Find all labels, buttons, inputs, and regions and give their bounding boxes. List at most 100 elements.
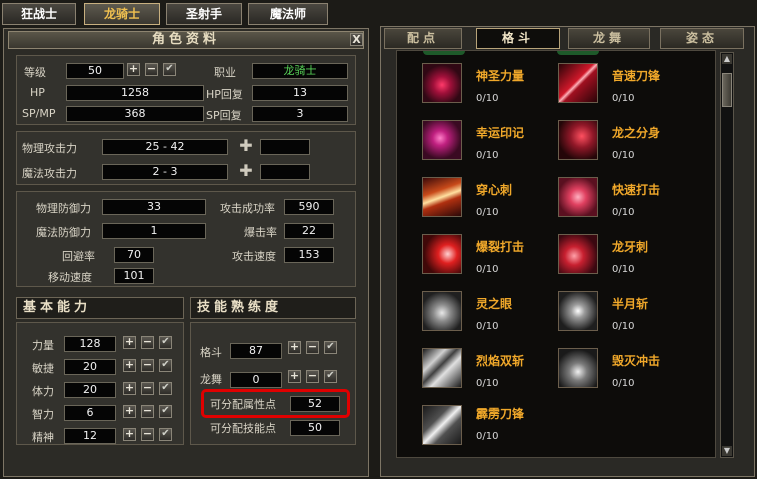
stat-value-agility: 20: [64, 359, 116, 375]
thunder-blade-icon[interactable]: [422, 405, 462, 445]
stat-value-stamina: 20: [64, 382, 116, 398]
mag-def-label: 魔法防御力: [36, 226, 91, 239]
skill-name: 霹雳刀锋: [476, 407, 525, 421]
strength-plus-button[interactable]: +: [123, 336, 136, 349]
class-tab-archer[interactable]: 圣射手: [166, 3, 242, 25]
job-value: 龙骑士: [252, 63, 348, 79]
skill-level: 0/10: [612, 378, 635, 389]
skill-name: 快速打击: [612, 183, 661, 197]
level-confirm-button[interactable]: ✔: [163, 63, 176, 76]
skill-level: 0/10: [612, 207, 635, 218]
dragon-dance-minus-button[interactable]: −: [306, 370, 319, 383]
skill-name: 龙牙刺: [612, 240, 649, 254]
dragon-dance-plus-button[interactable]: +: [288, 370, 301, 383]
scroll-down-icon[interactable]: ▼: [722, 446, 732, 456]
attr-points-label: 可分配属性点: [210, 398, 276, 411]
intelligence-minus-button[interactable]: −: [141, 405, 154, 418]
skill-tab-dragon-dance[interactable]: 龙舞: [568, 28, 650, 49]
close-button[interactable]: X: [350, 33, 363, 46]
stamina-confirm-button[interactable]: ✔: [159, 382, 172, 395]
strength-minus-button[interactable]: −: [141, 336, 154, 349]
skill-tab-fight[interactable]: 格斗: [476, 28, 560, 49]
skill-level: 0/10: [612, 321, 635, 332]
spirit-confirm-button[interactable]: ✔: [159, 428, 172, 441]
mag-atk-bonus: [260, 164, 310, 180]
sp-regen-label: SP回复: [206, 109, 242, 122]
skill-level: 0/10: [612, 150, 635, 161]
fight-confirm-button[interactable]: ✔: [324, 341, 337, 354]
heart-pierce-icon[interactable]: [422, 177, 462, 217]
sp-regen-value: 3: [252, 106, 348, 122]
mag-def-value: 1: [102, 223, 206, 239]
level-plus-button[interactable]: +: [127, 63, 140, 76]
skill-level: 0/10: [476, 264, 499, 275]
stamina-plus-button[interactable]: +: [123, 382, 136, 395]
dragon-dance-confirm-button[interactable]: ✔: [324, 370, 337, 383]
skill-level: 0/10: [476, 93, 499, 104]
stamina-minus-button[interactable]: −: [141, 382, 154, 395]
hp-value: 1258: [66, 85, 204, 101]
skill-name: 神圣力量: [476, 69, 525, 83]
stat-label: 力量: [32, 339, 54, 352]
stat-label: 精神: [32, 431, 54, 444]
hp-regen-label: HP回复: [206, 88, 243, 101]
mag-atk-plus-icon[interactable]: ✚: [238, 163, 254, 180]
job-label: 职业: [214, 66, 236, 79]
skill-name: 灵之眼: [476, 297, 513, 311]
skill-level: 0/10: [612, 264, 635, 275]
sonic-blade-icon[interactable]: [558, 63, 598, 103]
intelligence-confirm-button[interactable]: ✔: [159, 405, 172, 418]
quick-strike-icon[interactable]: [558, 177, 598, 217]
skill-name: 爆裂打击: [476, 240, 525, 254]
agility-minus-button[interactable]: −: [141, 359, 154, 372]
lucky-mark-icon[interactable]: [422, 120, 462, 160]
level-value: 50: [66, 63, 124, 79]
skill-points-value: 50: [290, 420, 340, 436]
fight-plus-button[interactable]: +: [288, 341, 301, 354]
atk-speed-label: 攻击速度: [232, 250, 276, 263]
destruction-impact-icon[interactable]: [558, 348, 598, 388]
stat-value-intelligence: 6: [64, 405, 116, 421]
crit-value: 22: [284, 223, 334, 239]
skill-list-scrollbar[interactable]: ▲ ▼: [720, 52, 734, 458]
dragon-clone-icon[interactable]: [558, 120, 598, 160]
proficiency-value-fight: 87: [230, 343, 282, 359]
phys-atk-label: 物理攻击力: [22, 142, 77, 155]
spirit-eye-icon[interactable]: [422, 291, 462, 331]
skill-level: 0/10: [476, 378, 499, 389]
skill-tab-stance[interactable]: 姿态: [660, 28, 744, 49]
mag-atk-label: 魔法攻击力: [22, 167, 77, 180]
scroll-up-icon[interactable]: ▲: [722, 54, 732, 64]
skill-tab-points[interactable]: 配点: [384, 28, 462, 49]
spmp-label: SP/MP: [22, 107, 56, 120]
spirit-minus-button[interactable]: −: [141, 428, 154, 441]
basic-ability-header: 基本能力: [16, 297, 184, 319]
spirit-plus-button[interactable]: +: [123, 428, 136, 441]
strength-confirm-button[interactable]: ✔: [159, 336, 172, 349]
intelligence-plus-button[interactable]: +: [123, 405, 136, 418]
phys-atk-bonus: [260, 139, 310, 155]
mag-atk-value: 2 - 3: [102, 164, 228, 180]
proficiency-label: 格斗: [200, 346, 222, 359]
burst-strike-icon[interactable]: [422, 234, 462, 274]
half-moon-slash-icon[interactable]: [558, 291, 598, 331]
fight-minus-button[interactable]: −: [306, 341, 319, 354]
scroll-thumb[interactable]: [722, 73, 732, 107]
phys-def-value: 33: [102, 199, 206, 215]
class-tab-berserker[interactable]: 狂战士: [2, 3, 76, 25]
skill-level: 0/10: [612, 93, 635, 104]
level-minus-button[interactable]: −: [145, 63, 158, 76]
agility-confirm-button[interactable]: ✔: [159, 359, 172, 372]
dragon-fang-icon[interactable]: [558, 234, 598, 274]
class-tab-mage[interactable]: 魔法师: [248, 3, 328, 25]
character-panel-title: 角色资料: [8, 31, 364, 49]
class-tab-dragon-knight[interactable]: 龙骑士: [84, 3, 160, 25]
phys-atk-plus-icon[interactable]: ✚: [238, 138, 254, 155]
agility-plus-button[interactable]: +: [123, 359, 136, 372]
hp-label: HP: [30, 86, 45, 99]
skill-name: 龙之分身: [612, 126, 661, 140]
flame-double-slash-icon[interactable]: [422, 348, 462, 388]
holy-power-icon[interactable]: [422, 63, 462, 103]
skill-name: 音速刀锋: [612, 69, 661, 83]
attr-points-value: 52: [290, 396, 340, 412]
